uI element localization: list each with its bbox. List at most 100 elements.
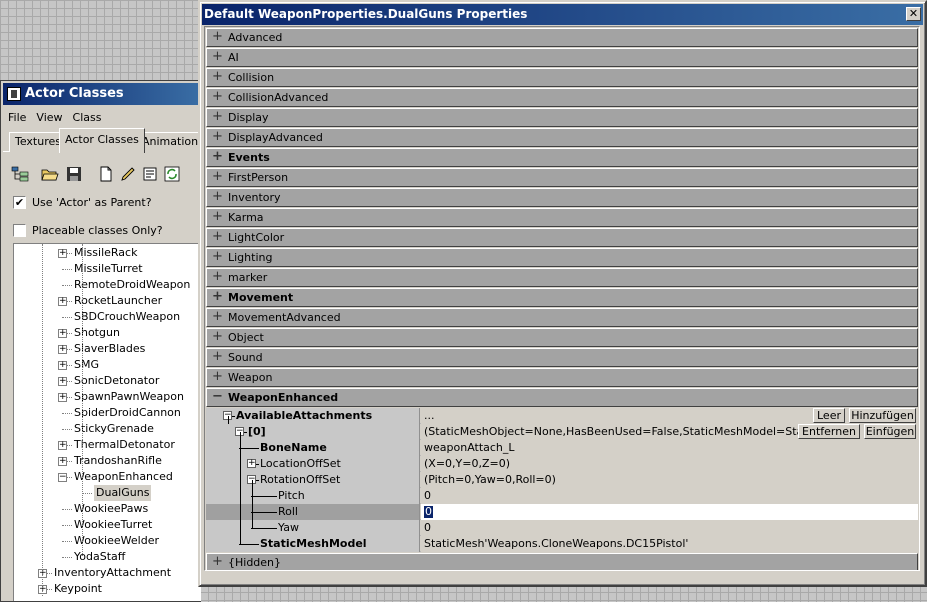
- expand-icon[interactable]: +: [212, 289, 223, 305]
- expand-icon[interactable]: +: [212, 554, 223, 570]
- expand-icon[interactable]: +: [58, 329, 67, 338]
- expand-icon[interactable]: +: [58, 393, 67, 402]
- properties-icon[interactable]: [139, 163, 161, 185]
- property-name-cell[interactable]: StaticMeshModel: [206, 536, 420, 552]
- category-row[interactable]: + FirstPerson: [206, 168, 918, 187]
- property-value-editor[interactable]: 0: [424, 506, 433, 518]
- expand-icon[interactable]: +: [212, 189, 223, 205]
- expand-icon[interactable]: +: [58, 457, 67, 466]
- expand-icon[interactable]: +: [212, 329, 223, 345]
- property-row[interactable]: Roll 0: [206, 504, 918, 520]
- property-name-cell[interactable]: + LocationOffSet: [206, 456, 420, 472]
- property-row[interactable]: − [0] (StaticMeshObject=None,HasBeenUsed=F…: [206, 424, 918, 440]
- menu-view[interactable]: View: [31, 111, 67, 124]
- property-row[interactable]: − AvailableAttachments... Leer Hinzufügen: [206, 408, 918, 424]
- expand-icon[interactable]: +: [212, 269, 223, 285]
- category-row[interactable]: + DisplayAdvanced: [206, 128, 918, 147]
- property-value-cell[interactable]: weaponAttach_L: [421, 440, 918, 456]
- tab-actor-classes[interactable]: Actor Classes: [59, 128, 145, 153]
- property-name-cell[interactable]: BoneName: [206, 440, 420, 456]
- expand-icon[interactable]: +: [212, 369, 223, 385]
- property-value-cell[interactable]: (X=0,Y=0,Z=0): [421, 456, 918, 472]
- expand-icon[interactable]: +: [58, 441, 67, 450]
- category-row[interactable]: + Movement: [206, 288, 918, 307]
- category-row[interactable]: + Sound: [206, 348, 918, 367]
- actor-class-tree[interactable]: + MissileRack MissileTurret RemoteDroidWeap…: [13, 243, 201, 601]
- expand-icon[interactable]: +: [212, 129, 223, 145]
- expand-icon[interactable]: +: [212, 169, 223, 185]
- close-icon[interactable]: ✕: [906, 7, 921, 21]
- category-row[interactable]: + Karma: [206, 208, 918, 227]
- expand-icon[interactable]: +: [212, 109, 223, 125]
- category-row[interactable]: + Lighting: [206, 248, 918, 267]
- property-action-button[interactable]: Leer: [813, 408, 845, 423]
- category-row[interactable]: + marker: [206, 268, 918, 287]
- tree-view-icon[interactable]: [9, 163, 31, 185]
- property-value-cell[interactable]: 0: [421, 488, 918, 504]
- property-action-button[interactable]: Entfernen: [798, 424, 860, 439]
- pencil-icon[interactable]: [117, 163, 139, 185]
- refresh-icon[interactable]: [161, 163, 183, 185]
- expand-icon[interactable]: +: [212, 69, 223, 85]
- category-row[interactable]: + Weapon: [206, 368, 918, 387]
- expand-icon[interactable]: +: [247, 459, 256, 468]
- property-row[interactable]: BoneName weaponAttach_L: [206, 440, 918, 456]
- category-row[interactable]: + Collision: [206, 68, 918, 87]
- expand-icon[interactable]: +: [58, 297, 67, 306]
- property-name-cell[interactable]: Yaw: [206, 520, 420, 536]
- property-name-cell[interactable]: − RotationOffSet: [206, 472, 420, 488]
- category-row[interactable]: + {Hidden}: [206, 553, 918, 570]
- property-action-button[interactable]: Hinzufügen: [849, 408, 916, 423]
- expand-icon[interactable]: +: [212, 49, 223, 65]
- property-value-cell[interactable]: StaticMesh'Weapons.CloneWeapons.DC15Pist…: [421, 536, 918, 552]
- property-value-cell[interactable]: (StaticMeshObject=None,HasBeenUsed=False…: [421, 424, 918, 440]
- property-row[interactable]: Yaw 0: [206, 520, 918, 536]
- collapse-icon[interactable]: −: [212, 389, 223, 405]
- save-icon[interactable]: [63, 163, 85, 185]
- category-row[interactable]: + Object: [206, 328, 918, 347]
- properties-titlebar[interactable]: Default WeaponProperties.DualGuns Proper…: [202, 4, 923, 25]
- collapse-icon[interactable]: −: [58, 473, 67, 482]
- property-value-cell[interactable]: 0: [421, 520, 918, 536]
- property-value-cell[interactable]: (Pitch=0,Yaw=0,Roll=0): [421, 472, 918, 488]
- expand-icon[interactable]: +: [212, 149, 223, 165]
- property-action-button[interactable]: Einfügen: [864, 424, 916, 439]
- open-folder-icon[interactable]: [39, 163, 61, 185]
- menu-class[interactable]: Class: [68, 111, 107, 124]
- property-value-cell[interactable]: ... Leer Hinzufügen: [421, 408, 918, 424]
- use-actor-parent-checkbox[interactable]: ✔: [13, 195, 26, 209]
- category-row[interactable]: + Events: [206, 148, 918, 167]
- use-actor-parent-option[interactable]: ✔ Use 'Actor' as Parent?: [13, 193, 152, 211]
- expand-icon[interactable]: +: [58, 361, 67, 370]
- category-row[interactable]: + CollisionAdvanced: [206, 88, 918, 107]
- tab-animations[interactable]: Animations: [136, 132, 201, 152]
- category-row[interactable]: + LightColor: [206, 228, 918, 247]
- expand-icon[interactable]: +: [212, 349, 223, 365]
- expand-icon[interactable]: +: [58, 377, 67, 386]
- expand-icon[interactable]: +: [212, 209, 223, 225]
- property-value-cell[interactable]: 0: [421, 504, 918, 520]
- property-name-cell[interactable]: − AvailableAttachments: [206, 408, 420, 424]
- actor-classes-titlebar[interactable]: Actor Classes: [3, 83, 201, 105]
- category-row[interactable]: + AI: [206, 48, 918, 67]
- category-row[interactable]: + Advanced: [206, 28, 918, 47]
- property-name-cell[interactable]: Roll: [206, 504, 420, 520]
- expand-icon[interactable]: +: [58, 249, 67, 258]
- expand-icon[interactable]: +: [212, 29, 223, 45]
- expand-icon[interactable]: +: [212, 229, 223, 245]
- property-name-cell[interactable]: − [0]: [206, 424, 420, 440]
- expand-icon[interactable]: +: [212, 309, 223, 325]
- expand-icon[interactable]: +: [58, 345, 67, 354]
- placeable-only-checkbox[interactable]: [13, 223, 26, 237]
- category-row[interactable]: − WeaponEnhanced: [206, 388, 918, 407]
- property-row[interactable]: − RotationOffSet (Pitch=0,Yaw=0,Roll=0): [206, 472, 918, 488]
- expand-icon[interactable]: +: [212, 249, 223, 265]
- category-row[interactable]: + Display: [206, 108, 918, 127]
- category-row[interactable]: + MovementAdvanced: [206, 308, 918, 327]
- property-name-cell[interactable]: Pitch: [206, 488, 420, 504]
- placeable-only-option[interactable]: Placeable classes Only?: [13, 221, 163, 239]
- category-row[interactable]: + Inventory: [206, 188, 918, 207]
- property-row[interactable]: + LocationOffSet (X=0,Y=0,Z=0): [206, 456, 918, 472]
- menu-file[interactable]: File: [3, 111, 31, 124]
- property-row[interactable]: StaticMeshModel StaticMesh'Weapons.CloneW…: [206, 536, 918, 552]
